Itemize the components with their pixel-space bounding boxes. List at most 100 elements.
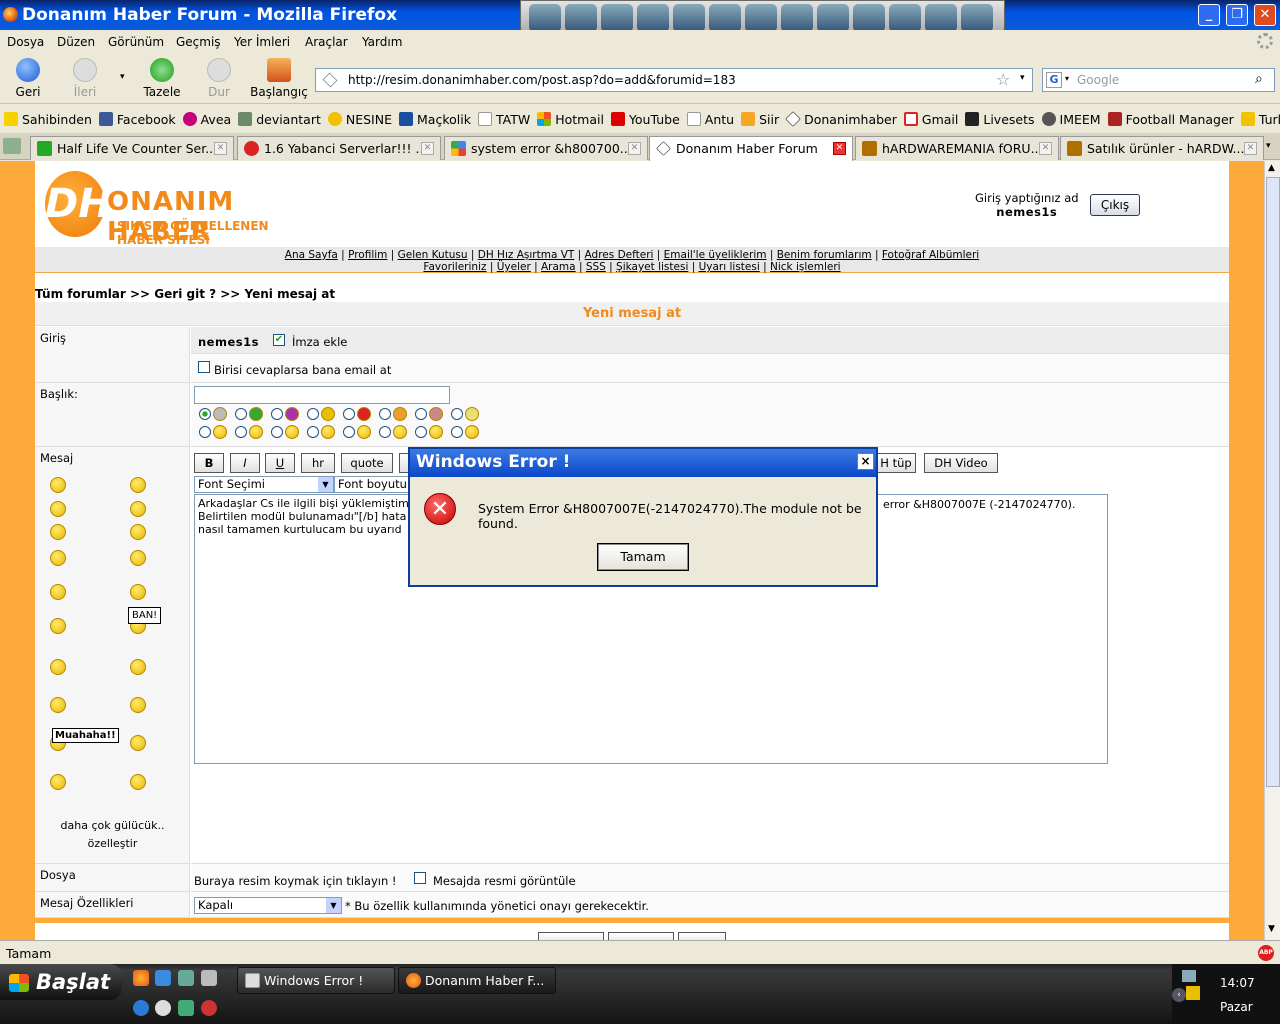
upload-image-link[interactable]: Buraya resim koymak için tıklayın ! (194, 874, 397, 888)
tab-overflow-icon[interactable]: ▾ (1266, 141, 1271, 151)
post-icon-radio[interactable] (379, 426, 391, 438)
underline-button[interactable]: U (265, 453, 295, 473)
dh-tup-button[interactable]: H tüp (876, 453, 916, 473)
bookmark-antu[interactable]: Antu (686, 112, 734, 127)
props-select[interactable]: Kapalı ▼ (194, 897, 342, 914)
customize-link[interactable]: özelleştir (35, 837, 190, 850)
bookmark-tatw[interactable]: TATW (477, 112, 530, 127)
post-icon-option[interactable] (271, 425, 299, 439)
scroll-up-icon[interactable]: ▲ (1268, 163, 1275, 173)
dock-app-icon[interactable] (961, 4, 993, 32)
network-icon[interactable] (1182, 970, 1196, 982)
post-icon-radio[interactable] (271, 426, 283, 438)
ban-smiley[interactable]: BAN! (128, 607, 162, 624)
font-size-select[interactable]: Font boyutu (334, 476, 414, 493)
menu-gorunum[interactable]: Görünüm (108, 35, 164, 49)
nav-link-5[interactable]: Uyarı listesi (699, 261, 760, 273)
menu-dosya[interactable]: Dosya (7, 35, 44, 49)
scroll-down-icon[interactable]: ▼ (1268, 924, 1275, 934)
tab-donanim-haber[interactable]: Donanım Haber Forum ✕ (649, 136, 853, 161)
nav-link-7[interactable]: Fotoğraf Albümleri (882, 249, 979, 261)
security-warning-icon[interactable] (1186, 986, 1200, 1000)
tab-close-icon[interactable]: ✕ (1039, 142, 1052, 155)
quicklaunch-icon[interactable] (178, 970, 194, 986)
dialog-close-button[interactable]: × (857, 453, 874, 470)
clock-time[interactable]: 14:07 (1220, 976, 1255, 990)
breadcrumb[interactable]: Tüm forumlar >> Geri git ? >> Yeni mesaj… (35, 287, 335, 301)
nav-link-6[interactable]: Nick işlemleri (770, 261, 841, 273)
media-player-icon[interactable] (155, 1000, 171, 1016)
logout-button[interactable]: Çıkış (1090, 194, 1140, 216)
post-icon-option[interactable] (235, 407, 263, 421)
quote-button[interactable]: quote (341, 453, 393, 473)
forward-button[interactable]: İleri (58, 58, 112, 99)
dock-app-icon[interactable] (601, 4, 633, 32)
dialog-ok-button[interactable]: Tamam (597, 543, 689, 571)
post-icon-radio[interactable] (199, 408, 211, 420)
tab-satilik-urunler[interactable]: Satılık ürünler - hARDW... ✕ (1060, 136, 1264, 160)
smiley-icon[interactable] (130, 659, 146, 675)
post-icon-option[interactable] (199, 407, 227, 421)
smiley-icon[interactable] (130, 697, 146, 713)
bookmark-avea[interactable]: Avea (182, 112, 231, 127)
post-icon-radio[interactable] (451, 408, 463, 420)
taskbar-item-firefox[interactable]: Donanım Haber F... (398, 967, 556, 994)
bookmark-siir[interactable]: Siir (741, 112, 779, 127)
start-button[interactable]: Başlat (0, 964, 122, 1000)
back-button[interactable]: Geri (1, 58, 55, 99)
stop-button[interactable]: Dur (192, 58, 246, 99)
dock-app-icon[interactable] (565, 4, 597, 32)
dh-video-button[interactable]: DH Video (924, 453, 998, 473)
nav-link-0[interactable]: Favorileriniz (423, 261, 486, 273)
tab-close-icon[interactable]: ✕ (1244, 142, 1257, 155)
post-icon-option[interactable] (415, 425, 443, 439)
smiley-icon[interactable] (50, 774, 66, 790)
dock-app-icon[interactable] (709, 4, 741, 32)
post-icon-radio[interactable] (343, 426, 355, 438)
post-icon-option[interactable] (451, 425, 479, 439)
nav-link-3[interactable]: SSS (586, 261, 606, 273)
post-icon-option[interactable] (271, 407, 299, 421)
bookmark-turkcell[interactable]: Turkcell (1240, 112, 1280, 127)
bookmark-youtube[interactable]: YouTube (610, 112, 680, 127)
preview-button[interactable] (608, 932, 674, 940)
quicklaunch-icon[interactable] (201, 1000, 217, 1016)
dock-app-icon[interactable] (925, 4, 957, 32)
scroll-thumb[interactable] (1266, 177, 1280, 787)
post-icon-option[interactable] (235, 425, 263, 439)
more-smileys-link[interactable]: daha çok gülücük.. (35, 819, 190, 832)
bookmark-star-icon[interactable]: ☆ (996, 70, 1010, 89)
smiley-icon[interactable] (130, 501, 146, 517)
smiley-icon[interactable] (130, 584, 146, 600)
bookmark-sahibinden[interactable]: Sahibinden (4, 112, 92, 127)
post-icon-radio[interactable] (307, 408, 319, 420)
nav-link-3[interactable]: DH Hız Aşırtma VT (478, 249, 575, 261)
nav-link-6[interactable]: Benim forumlarım (777, 249, 872, 261)
tray-expand-icon[interactable]: ‹ (1172, 988, 1186, 1002)
tab-close-icon[interactable]: ✕ (214, 142, 227, 155)
post-icon-radio[interactable] (199, 426, 211, 438)
bold-button[interactable]: B (194, 453, 224, 473)
nav-link-2[interactable]: Arama (541, 261, 576, 273)
close-button[interactable]: ✕ (1254, 4, 1276, 26)
post-icon-radio[interactable] (451, 426, 463, 438)
bookmark-mackolik[interactable]: Maçkolik (399, 112, 471, 127)
smiley-icon[interactable] (50, 618, 66, 634)
post-icon-option[interactable] (379, 425, 407, 439)
smiley-icon[interactable] (50, 584, 66, 600)
smiley-icon[interactable] (130, 550, 146, 566)
post-icon-radio[interactable] (235, 408, 247, 420)
tab-close-icon[interactable]: ✕ (628, 142, 641, 155)
post-icon-option[interactable] (379, 407, 407, 421)
smiley-icon[interactable] (50, 550, 66, 566)
smiley-icon[interactable] (50, 697, 66, 713)
bookmark-gmail[interactable]: Gmail (903, 112, 958, 127)
site-logo[interactable]: DH ONANIM HABER SIK SIK GÜNCELLENEN HABE… (45, 165, 280, 247)
bookmark-deviantart[interactable]: deviantart (238, 112, 321, 127)
post-icon-option[interactable] (451, 407, 479, 421)
dock-app-icon[interactable] (853, 4, 885, 32)
post-icon-radio[interactable] (415, 426, 427, 438)
bookmark-hotmail[interactable]: Hotmail (537, 112, 604, 127)
smiley-icon[interactable] (130, 735, 146, 751)
post-icon-radio[interactable] (379, 408, 391, 420)
